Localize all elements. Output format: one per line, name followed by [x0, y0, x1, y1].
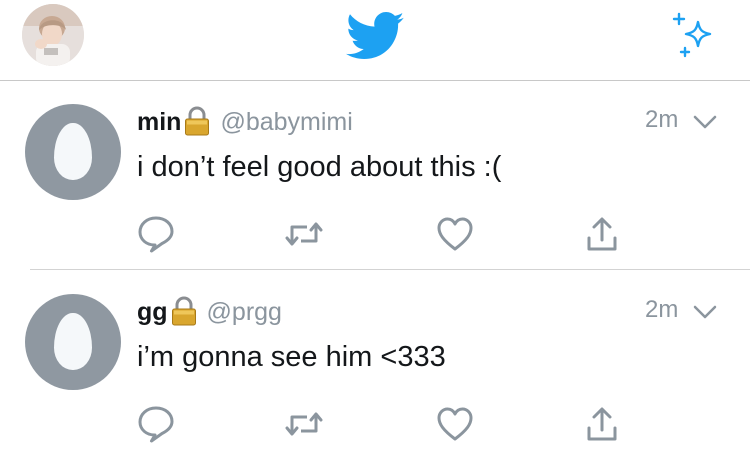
twitter-bird-icon[interactable]: [346, 12, 404, 60]
share-icon[interactable]: [582, 404, 622, 444]
timestamp: 2m: [645, 106, 679, 133]
chevron-down-icon[interactable]: [692, 302, 718, 322]
retweet-icon[interactable]: [284, 404, 324, 444]
egg-icon: [54, 123, 92, 180]
lock-icon: [184, 106, 210, 136]
default-egg-avatar[interactable]: [25, 104, 121, 200]
profile-avatar[interactable]: [22, 4, 84, 66]
display-name[interactable]: gg: [137, 298, 168, 327]
like-icon[interactable]: [435, 214, 475, 254]
tweet-text: i don’t feel good about this :(: [137, 151, 502, 183]
reply-icon[interactable]: [136, 214, 176, 254]
user-handle[interactable]: @babymimi: [220, 108, 352, 137]
egg-icon: [54, 313, 92, 370]
tweet-divider: [30, 269, 750, 270]
display-name[interactable]: min: [137, 108, 181, 137]
share-icon[interactable]: [582, 214, 622, 254]
tweet-header: min @babymimi: [137, 105, 353, 139]
chevron-down-icon[interactable]: [692, 112, 718, 132]
profile-photo-icon: [22, 4, 84, 66]
tweet-header: gg @prgg: [137, 295, 282, 329]
sparkle-icon[interactable]: [670, 10, 722, 62]
timestamp: 2m: [645, 296, 679, 323]
tweet[interactable]: gg @prgg 2m i’m gonna see him <333: [0, 271, 750, 459]
like-icon[interactable]: [435, 404, 475, 444]
retweet-icon[interactable]: [284, 214, 324, 254]
user-handle[interactable]: @prgg: [207, 298, 282, 327]
tweet-text: i’m gonna see him <333: [137, 341, 446, 373]
top-bar: [0, 0, 750, 81]
lock-icon: [171, 296, 197, 326]
default-egg-avatar[interactable]: [25, 294, 121, 390]
reply-icon[interactable]: [136, 404, 176, 444]
tweet[interactable]: min @babymimi 2m i don’t feel good about…: [0, 81, 750, 269]
